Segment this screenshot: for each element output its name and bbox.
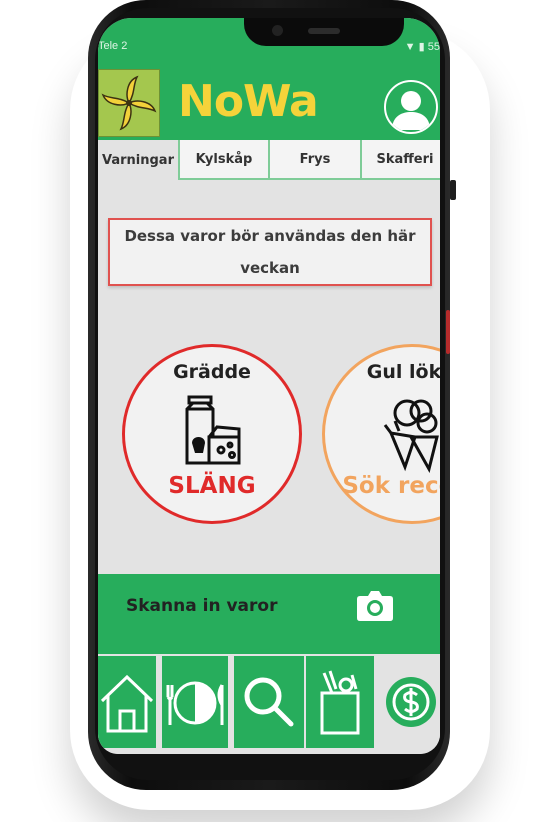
camera-icon[interactable] <box>356 588 394 622</box>
status-icons: ▼ ▮ 55 <box>405 40 440 53</box>
plate-cutlery-icon <box>166 681 224 725</box>
nav-home[interactable] <box>98 656 156 748</box>
dollar-icon <box>386 677 436 727</box>
app-logo <box>98 69 160 137</box>
tab-frys[interactable]: Frys <box>268 140 362 180</box>
discard-label: SLÄNG <box>168 473 256 499</box>
item-card-gul-lok[interactable]: Gul lök Sök recept <box>322 344 440 524</box>
item-card-gradde[interactable]: Grädde SLÄNG <box>122 344 302 524</box>
item-name: Gul lök <box>366 361 440 383</box>
front-camera-icon <box>272 25 283 36</box>
grocery-bag-icon <box>320 670 360 735</box>
item-name: Grädde <box>173 361 251 383</box>
app-title: NoWa <box>178 76 319 127</box>
search-icon <box>244 677 294 727</box>
notice-text-line1: Dessa varor bör användas den här <box>124 227 416 245</box>
scan-bar[interactable]: Skanna in varor <box>98 574 440 654</box>
tab-label: Varningar <box>102 152 174 168</box>
find-recipe-label: Sök recept <box>342 473 440 499</box>
tab-label: Kylskåp <box>195 151 253 167</box>
home-icon <box>100 674 154 733</box>
carrier-label: Tele 2 <box>98 40 128 52</box>
power-button <box>450 180 456 200</box>
bottom-nav <box>98 654 440 754</box>
notice-box: Dessa varor bör användas den här veckan <box>108 218 432 286</box>
dairy-icon <box>185 395 241 465</box>
tab-varningar[interactable]: Varningar <box>98 140 180 180</box>
phone-notch <box>244 18 404 46</box>
speaker-grille <box>308 28 340 34</box>
tab-bar: Varningar Kylskåp Frys Skafferi <box>98 140 440 182</box>
banana-pinwheel-icon <box>101 75 157 131</box>
nav-search[interactable] <box>234 656 304 748</box>
user-icon <box>392 91 430 130</box>
volume-button <box>446 310 450 354</box>
battery-level: 55 <box>427 41 440 53</box>
tab-label: Frys <box>299 151 331 167</box>
tab-skafferi[interactable]: Skafferi <box>360 140 440 180</box>
tab-kylskap[interactable]: Kylskåp <box>178 140 270 180</box>
nav-savings[interactable] <box>382 656 440 748</box>
wifi-icon: ▼ <box>404 41 416 53</box>
battery-icon: ▮ <box>418 41 425 53</box>
profile-button[interactable] <box>384 80 438 134</box>
nav-meals[interactable] <box>162 656 228 748</box>
notice-text-line2: veckan <box>240 259 300 277</box>
app-screen: Tele 2 ▼ ▮ 55 NoWa Varningar Kylskåp Fry… <box>98 18 440 754</box>
app-header: NoWa <box>98 58 440 140</box>
scan-label: Skanna in varor <box>126 596 278 616</box>
nav-groceries[interactable] <box>306 656 374 748</box>
vegetables-icon <box>383 399 439 473</box>
tab-label: Skafferi <box>376 151 434 167</box>
